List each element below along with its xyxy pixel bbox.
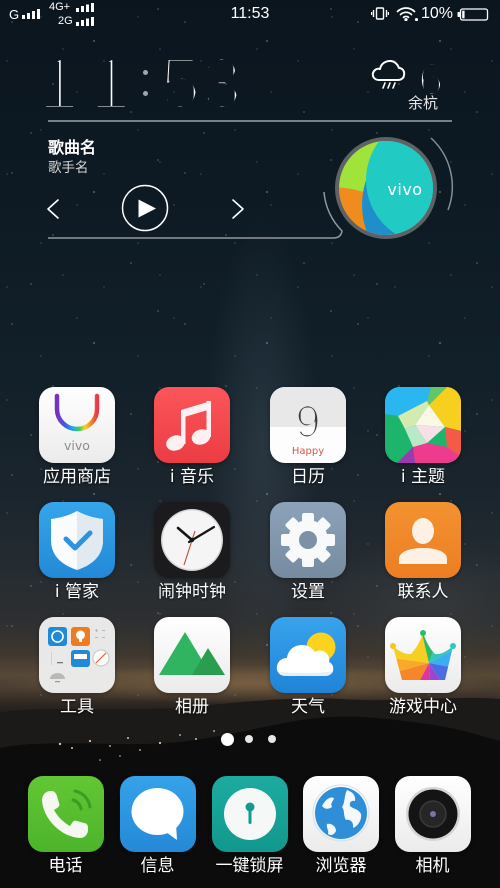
game-crown-icon bbox=[385, 617, 461, 693]
app-label: 天气 bbox=[291, 697, 325, 717]
calendar-icon: 9 Happy bbox=[270, 387, 346, 463]
play-icon bbox=[121, 184, 169, 232]
app-music[interactable]: i 音乐 bbox=[132, 387, 252, 487]
globe-icon bbox=[303, 776, 379, 852]
app-settings[interactable]: 设置 bbox=[248, 502, 368, 602]
tools-folder-icon bbox=[39, 617, 115, 693]
app-security-manager[interactable]: i 管家 bbox=[17, 502, 137, 602]
contact-person-icon bbox=[385, 502, 461, 578]
app-gallery[interactable]: 相册 bbox=[132, 617, 252, 717]
app-label: 设置 bbox=[291, 582, 325, 602]
clock-icon bbox=[154, 502, 230, 578]
app-clock[interactable]: 闹钟时钟 bbox=[132, 502, 252, 602]
weather-sun-cloud-icon bbox=[270, 617, 346, 693]
app-tools-folder[interactable]: 工具 bbox=[17, 617, 137, 717]
artist-name: 歌手名 bbox=[48, 160, 89, 176]
next-track-button[interactable] bbox=[225, 192, 251, 226]
chevron-right-icon bbox=[232, 199, 244, 219]
app-label: 闹钟时钟 bbox=[158, 582, 226, 602]
chevron-left-icon bbox=[47, 199, 59, 219]
app-label: i 音乐 bbox=[169, 467, 215, 487]
play-button[interactable] bbox=[121, 184, 169, 232]
app-app-store[interactable]: vivo 应用商店 bbox=[17, 387, 137, 487]
gallery-mountain-icon bbox=[154, 617, 230, 693]
phone-icon bbox=[27, 776, 104, 852]
app-contacts[interactable]: 联系人 bbox=[363, 502, 483, 602]
app-label: 游戏中心 bbox=[389, 697, 457, 717]
theme-icon bbox=[385, 387, 461, 463]
app-label: 日历 bbox=[291, 467, 325, 487]
app-theme[interactable]: i 主题 bbox=[363, 387, 483, 487]
calendar-day: 9 bbox=[295, 396, 320, 447]
music-widget: vivo 歌曲名 歌手名 bbox=[0, 0, 500, 260]
music-widget-baseline bbox=[48, 191, 343, 239]
app-label: 应用商店 bbox=[43, 467, 111, 487]
shield-check-icon bbox=[39, 502, 115, 578]
app-store-icon: vivo bbox=[39, 387, 115, 463]
app-store-logo-text: vivo bbox=[64, 438, 90, 453]
page-dot[interactable] bbox=[268, 735, 276, 743]
album-logo-text: vivo bbox=[387, 180, 422, 199]
app-label: i 管家 bbox=[54, 582, 100, 602]
app-label: 相册 bbox=[175, 697, 209, 717]
app-label: i 主题 bbox=[400, 467, 446, 487]
app-game-center[interactable]: 游戏中心 bbox=[363, 617, 483, 717]
gear-icon bbox=[270, 502, 346, 578]
app-label: 联系人 bbox=[397, 582, 449, 602]
camera-lens-icon bbox=[394, 776, 471, 852]
page-dot[interactable] bbox=[220, 732, 234, 746]
message-bubble-icon bbox=[119, 776, 196, 852]
dock-label: 相机 bbox=[415, 856, 450, 876]
song-title: 歌曲名 bbox=[48, 138, 97, 157]
app-label: 工具 bbox=[60, 697, 94, 717]
calendar-caption: Happy bbox=[292, 446, 324, 457]
page-dot[interactable] bbox=[245, 735, 253, 743]
previous-track-button[interactable] bbox=[40, 192, 66, 226]
dock-camera[interactable]: 相机 bbox=[373, 776, 493, 876]
app-weather[interactable]: 天气 bbox=[248, 617, 368, 717]
music-note-icon bbox=[154, 387, 230, 463]
lock-keyhole-icon bbox=[211, 776, 288, 852]
app-calendar[interactable]: 9 Happy 日历 bbox=[248, 387, 368, 487]
